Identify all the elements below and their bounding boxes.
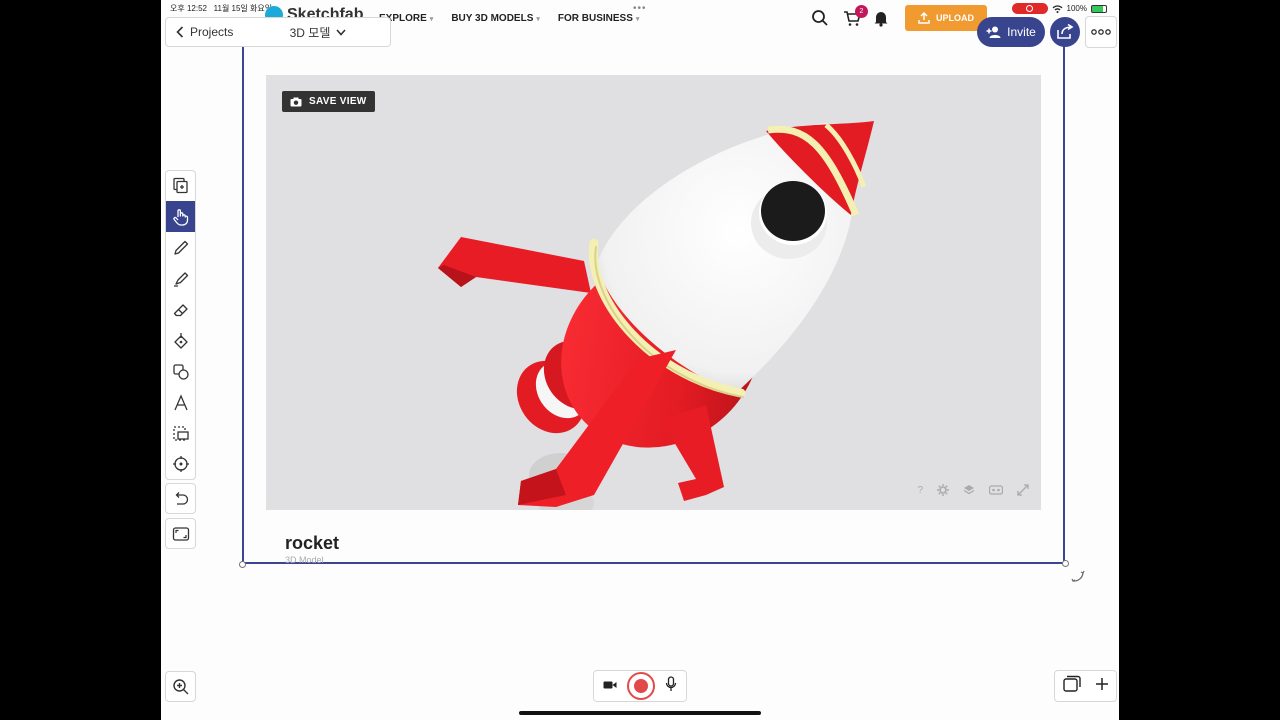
fit-screen-button[interactable] xyxy=(165,518,196,549)
resize-handle-bottom-right[interactable] xyxy=(1062,560,1069,567)
shapes-icon xyxy=(172,363,189,380)
more-options-button[interactable] xyxy=(1085,16,1117,48)
paint-bucket-icon xyxy=(173,332,188,349)
home-indicator[interactable] xyxy=(519,711,761,715)
sketchfab-nav: EXPLORE ▾ BUY 3D MODELS ▾ FOR BUSINESS ▾ xyxy=(379,13,639,24)
video-camera-icon[interactable] xyxy=(603,677,617,695)
add-page-icon[interactable] xyxy=(1095,677,1109,696)
zoom-button[interactable] xyxy=(165,671,196,702)
search-icon[interactable] xyxy=(811,9,829,32)
status-time-date: 오후 12:52 11월 15일 화요일 xyxy=(170,3,272,14)
nav-for-business[interactable]: FOR BUSINESS ▾ xyxy=(558,13,640,24)
invite-label: Invite xyxy=(1007,25,1036,39)
wifi-icon xyxy=(1052,4,1063,13)
upload-button[interactable]: UPLOAD xyxy=(905,5,987,31)
rotate-handle-icon[interactable] xyxy=(1069,567,1087,590)
upload-icon xyxy=(918,12,930,24)
tool-palette xyxy=(165,170,196,480)
pen-icon xyxy=(173,240,188,255)
invite-button[interactable]: Invite xyxy=(977,17,1045,47)
text-tool[interactable] xyxy=(165,387,196,418)
battery-icon xyxy=(1091,4,1107,13)
chevron-down-icon xyxy=(336,28,346,36)
rocket-model-render xyxy=(438,121,874,510)
status-indicators: 100% xyxy=(1011,3,1107,14)
layers-icon[interactable] xyxy=(963,484,975,496)
sketchfab-3d-viewer[interactable]: SAVE VIEW ? xyxy=(266,75,1041,510)
crosshair-icon xyxy=(172,456,189,472)
eraser-tool[interactable] xyxy=(165,294,196,325)
camera-icon xyxy=(290,97,302,106)
laser-pointer-tool[interactable] xyxy=(165,449,196,480)
lasso-select-tool[interactable] xyxy=(165,418,196,449)
add-person-icon xyxy=(986,26,1001,38)
document-title-menu[interactable]: 3D 모델 xyxy=(246,24,390,41)
help-icon[interactable]: ? xyxy=(917,485,923,496)
settings-gear-icon[interactable] xyxy=(937,484,949,496)
undo-icon xyxy=(175,491,188,505)
pen-tool[interactable] xyxy=(165,232,196,263)
fullscreen-icon[interactable] xyxy=(1017,484,1029,496)
nav-business-label: FOR BUSINESS xyxy=(557,13,633,24)
screen-recording-icon xyxy=(1011,3,1048,14)
nav-buy-label: BUY 3D MODELS xyxy=(451,13,534,24)
app-screen: 오후 12:52 11월 15일 화요일 ••• 100% Sketchfab … xyxy=(161,0,1119,720)
cart-icon[interactable]: 2 xyxy=(843,5,868,32)
back-label: Projects xyxy=(190,25,234,39)
fill-tool[interactable] xyxy=(165,325,196,356)
vr-headset-icon[interactable] xyxy=(989,485,1003,495)
undo-button[interactable] xyxy=(165,483,196,514)
document-header: Projects 3D 모델 xyxy=(165,17,391,47)
eraser-icon xyxy=(173,303,188,316)
frame-icon xyxy=(172,526,189,541)
resize-handle-bottom-left[interactable] xyxy=(239,561,246,568)
status-time: 오후 12:52 xyxy=(170,4,207,13)
document-title: 3D 모델 xyxy=(289,25,331,40)
highlighter-tool[interactable] xyxy=(165,263,196,294)
ellipsis-icon xyxy=(1091,29,1111,35)
save-view-button[interactable]: SAVE VIEW xyxy=(282,91,375,112)
shapes-tool[interactable] xyxy=(165,356,196,387)
hand-tool[interactable] xyxy=(165,201,196,232)
pages-icon[interactable] xyxy=(1062,675,1082,698)
status-date: 11월 15일 화요일 xyxy=(213,4,273,13)
chevron-down-icon: ▾ xyxy=(536,16,540,23)
zoom-in-icon xyxy=(172,678,188,694)
hand-pointer-icon xyxy=(172,208,188,226)
share-icon xyxy=(1057,24,1074,39)
model-title[interactable]: rocket xyxy=(285,533,339,554)
save-view-label: SAVE VIEW xyxy=(309,96,367,107)
battery-percent: 100% xyxy=(1066,4,1087,13)
bell-icon[interactable] xyxy=(873,9,889,32)
chevron-down-icon: ▾ xyxy=(429,16,434,23)
highlighter-icon xyxy=(173,271,188,287)
chevron-left-icon xyxy=(176,26,184,38)
upload-label: UPLOAD xyxy=(936,13,974,23)
record-button[interactable] xyxy=(627,672,655,700)
microphone-icon[interactable] xyxy=(665,675,677,697)
cart-count-badge: 2 xyxy=(855,5,868,18)
chevron-down-icon: ▾ xyxy=(635,16,640,23)
select-box-icon xyxy=(172,425,189,441)
back-to-projects-button[interactable]: Projects xyxy=(166,18,246,46)
insert-page-tool[interactable] xyxy=(165,170,196,201)
viewer-controls: ? xyxy=(917,484,1029,496)
recording-controls xyxy=(593,670,687,702)
text-a-icon xyxy=(173,393,188,410)
nav-buy-3d-models[interactable]: BUY 3D MODELS ▾ xyxy=(451,13,540,24)
copy-add-icon xyxy=(172,177,188,194)
page-controls xyxy=(1054,670,1117,702)
model-subtitle: 3D Model xyxy=(285,555,324,564)
share-button[interactable] xyxy=(1050,17,1080,47)
